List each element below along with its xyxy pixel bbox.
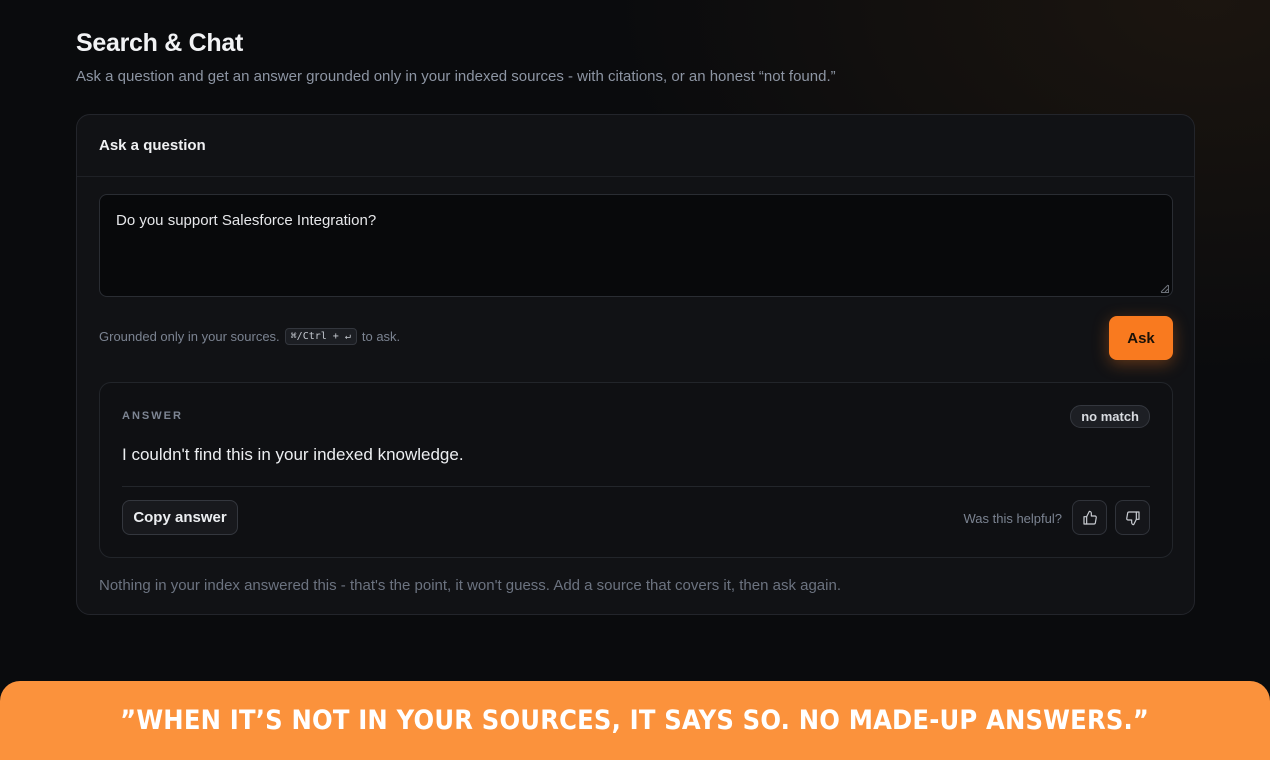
hint-suffix: to ask. (361, 329, 401, 344)
keyboard-shortcut: ⌘/Ctrl + ↵ (284, 328, 357, 345)
helpful-label: Was this helpful? (963, 511, 1062, 526)
copy-answer-button[interactable]: Copy answer (122, 500, 238, 535)
page-title: Search & Chat (76, 29, 243, 57)
thumbs-down-icon (1125, 510, 1140, 525)
ask-card: Ask a question Do you support Salesforce… (76, 114, 1195, 615)
promo-banner: ”WHEN IT’S NOT IN YOUR SOURCES, IT SAYS … (0, 681, 1270, 760)
question-input[interactable]: Do you support Salesforce Integration? (99, 194, 1173, 297)
thumbs-up-icon (1082, 510, 1097, 525)
thumbs-up-button[interactable] (1072, 500, 1107, 535)
question-input-value: Do you support Salesforce Integration? (116, 212, 377, 229)
answer-text: I couldn't find this in your indexed kno… (122, 445, 464, 464)
resize-handle-icon[interactable] (1160, 284, 1169, 293)
ask-button[interactable]: Ask (1109, 316, 1173, 360)
answer-panel: ANSWER no match I couldn't find this in … (99, 382, 1173, 558)
banner-text: ”WHEN IT’S NOT IN YOUR SOURCES, IT SAYS … (120, 705, 1150, 736)
answer-label: ANSWER (122, 410, 183, 422)
divider (122, 486, 1150, 487)
ask-hint: Grounded only in your sources. ⌘/Ctrl + … (99, 328, 400, 345)
footnote: Nothing in your index answered this - th… (99, 577, 841, 594)
status-badge: no match (1070, 405, 1150, 428)
ask-card-title: Ask a question (99, 137, 206, 154)
page-subtitle: Ask a question and get an answer grounde… (76, 68, 836, 85)
hint-prefix: Grounded only in your sources. (99, 329, 280, 344)
resize-grip-icon (1160, 284, 1168, 292)
thumbs-down-button[interactable] (1115, 500, 1150, 535)
ask-card-header: Ask a question (77, 115, 1194, 177)
